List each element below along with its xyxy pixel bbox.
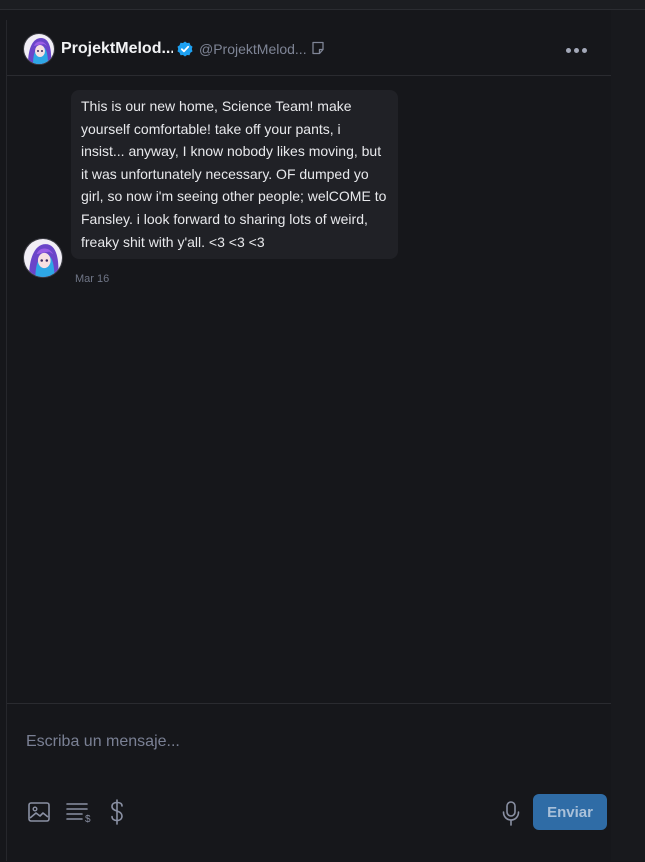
message-composer: $ Enviar: [7, 703, 611, 862]
note-icon[interactable]: [311, 41, 325, 55]
send-button[interactable]: Enviar: [533, 794, 607, 830]
verified-icon: [177, 41, 193, 57]
right-rail: [611, 10, 645, 861]
display-name[interactable]: ProjektMelod...: [61, 39, 173, 59]
chat-header: ProjektMelod... @ProjektMelod...: [7, 27, 611, 76]
mic-icon[interactable]: [501, 800, 521, 826]
message-input[interactable]: [26, 730, 586, 754]
chat-panel: ProjektMelod... @ProjektMelod... This is…: [7, 10, 611, 861]
username[interactable]: @ProjektMelod...: [199, 40, 311, 58]
svg-text:$: $: [85, 814, 91, 824]
image-icon[interactable]: [27, 800, 51, 824]
avatar[interactable]: [23, 33, 55, 65]
message-avatar[interactable]: [23, 238, 63, 278]
top-bar: [0, 0, 645, 10]
more-icon[interactable]: [563, 38, 591, 62]
dollar-icon[interactable]: [108, 798, 126, 826]
message-date: Mar 16: [75, 273, 110, 285]
pricing-icon[interactable]: $: [66, 800, 94, 825]
message-bubble[interactable]: This is our new home, Science Team! make…: [71, 90, 398, 260]
